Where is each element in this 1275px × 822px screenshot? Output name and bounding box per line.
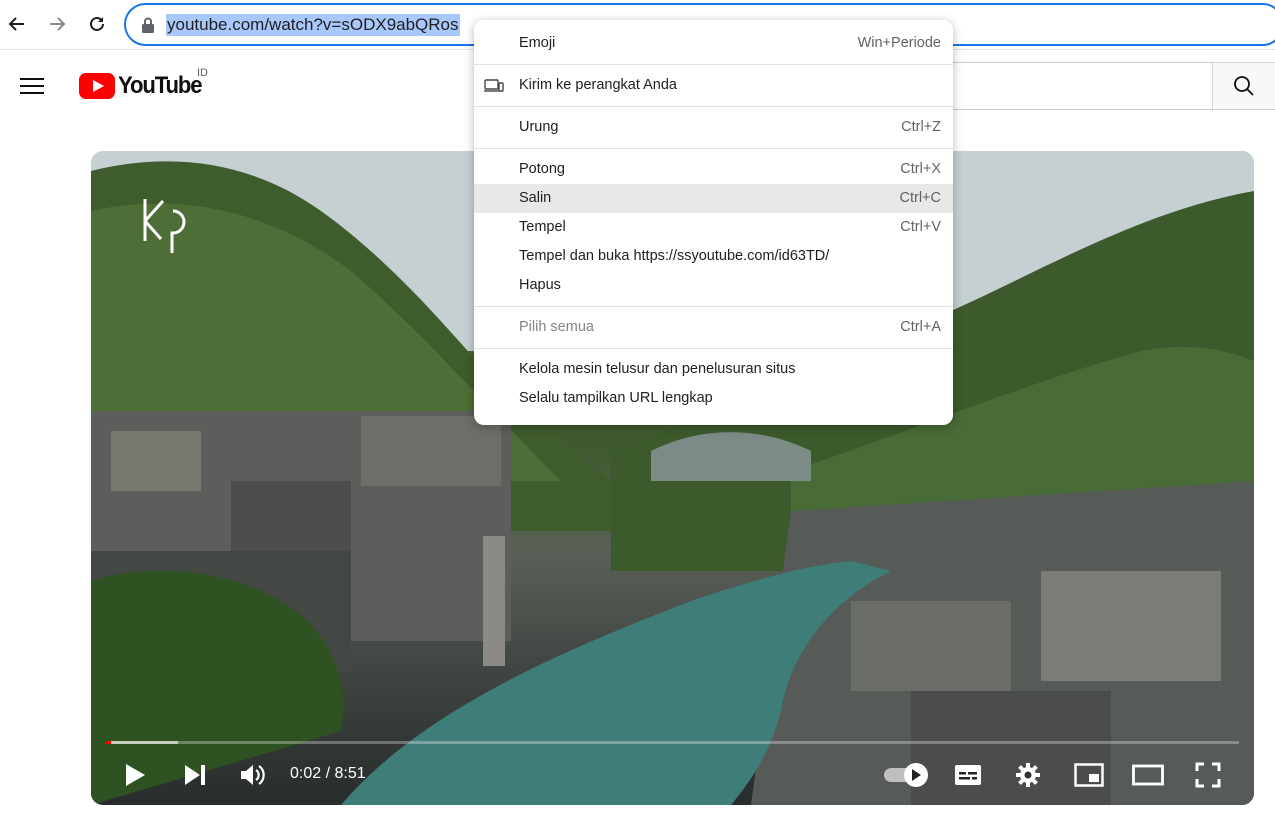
youtube-wordmark: YouTube [118, 72, 203, 99]
menu-item-label: Selalu tampilkan URL lengkap [519, 390, 713, 406]
subtitles-button[interactable] [953, 757, 983, 793]
menu-item-shortcut: Win+Periode [857, 35, 941, 51]
arrow-left-icon [8, 17, 24, 31]
lock-icon[interactable] [140, 16, 156, 34]
fullscreen-icon [1195, 762, 1221, 788]
search-icon [1234, 76, 1254, 96]
volume-icon [241, 765, 265, 785]
youtube-logo[interactable]: YouTube [79, 72, 209, 100]
miniplayer-icon [1074, 763, 1104, 787]
devices-icon [484, 79, 504, 92]
menu-item-show-full-url[interactable]: Selalu tampilkan URL lengkap [474, 384, 953, 413]
url-text[interactable]: youtube.com/watch?v=sODX9abQRos [166, 14, 460, 36]
menu-item-send-to-device[interactable]: Kirim ke perangkat Anda [474, 71, 953, 100]
time-display: 0:02 / 8:51 [290, 765, 366, 782]
kp-channel-logo [143, 199, 186, 253]
menu-item-label: Kirim ke perangkat Anda [519, 77, 677, 93]
menu-separator [474, 148, 953, 149]
menu-item-copy[interactable]: Salin Ctrl+C [474, 184, 953, 213]
menu-item-shortcut: Ctrl+V [900, 219, 941, 235]
arrow-right-icon [50, 17, 66, 31]
menu-item-label: Potong [519, 161, 565, 177]
context-menu: Emoji Win+Periode Kirim ke perangkat And… [474, 20, 953, 425]
menu-separator [474, 348, 953, 349]
menu-separator [474, 64, 953, 65]
next-button[interactable] [179, 757, 211, 793]
menu-item-undo[interactable]: Urung Ctrl+Z [474, 113, 953, 142]
forward-button[interactable] [42, 9, 72, 39]
play-icon [126, 764, 145, 786]
menu-item-shortcut: Ctrl+C [899, 190, 942, 206]
volume-button[interactable] [237, 757, 269, 793]
autoplay-toggle[interactable] [883, 757, 929, 793]
menu-item-delete[interactable]: Hapus [474, 271, 953, 300]
menu-item-shortcut: Ctrl+A [900, 319, 941, 335]
reload-icon [90, 16, 104, 31]
theater-icon [1132, 764, 1164, 786]
menu-item-label: Salin [519, 190, 552, 206]
menu-item-shortcut: Ctrl+X [900, 161, 941, 177]
autoplay-toggle-icon [884, 763, 928, 787]
progress-track[interactable] [106, 741, 1239, 744]
search-input[interactable] [950, 62, 1213, 110]
menu-item-select-all[interactable]: Pilih semua Ctrl+A [474, 313, 953, 342]
menu-item-paste-and-go[interactable]: Tempel dan buka https://ssyoutube.com/id… [474, 242, 953, 271]
settings-icon [1016, 763, 1040, 787]
menu-item-emoji[interactable]: Emoji Win+Periode [474, 29, 953, 58]
progress-loaded [106, 741, 178, 744]
theater-mode-button[interactable] [1131, 757, 1165, 793]
country-code: ID [197, 67, 208, 79]
menu-item-cut[interactable]: Potong Ctrl+X [474, 155, 953, 184]
menu-item-label: Tempel dan buka https://ssyoutube.com/id… [519, 248, 830, 264]
hamburger-icon[interactable] [20, 73, 48, 101]
youtube-play-logo-icon [79, 73, 115, 99]
menu-item-manage-search-engines[interactable]: Kelola mesin telusur dan penelusuran sit… [474, 355, 953, 384]
progress-played [106, 741, 111, 744]
miniplayer-button[interactable] [1073, 757, 1105, 793]
subtitles-icon [955, 765, 981, 785]
menu-item-label: Tempel [519, 219, 566, 235]
menu-separator [474, 106, 953, 107]
reload-button[interactable] [82, 9, 112, 39]
next-icon [185, 765, 205, 785]
fullscreen-button[interactable] [1193, 757, 1223, 793]
menu-item-label: Pilih semua [519, 319, 594, 335]
menu-item-label: Kelola mesin telusur dan penelusuran sit… [519, 361, 796, 377]
menu-item-shortcut: Ctrl+Z [901, 119, 941, 135]
menu-separator [474, 306, 953, 307]
menu-item-label: Hapus [519, 277, 561, 293]
back-button[interactable] [2, 9, 32, 39]
menu-item-paste[interactable]: Tempel Ctrl+V [474, 213, 953, 242]
settings-button[interactable] [1013, 757, 1043, 793]
search-button[interactable] [1212, 62, 1275, 110]
play-button[interactable] [119, 757, 151, 793]
menu-item-label: Emoji [519, 35, 556, 51]
menu-item-label: Urung [519, 119, 559, 135]
